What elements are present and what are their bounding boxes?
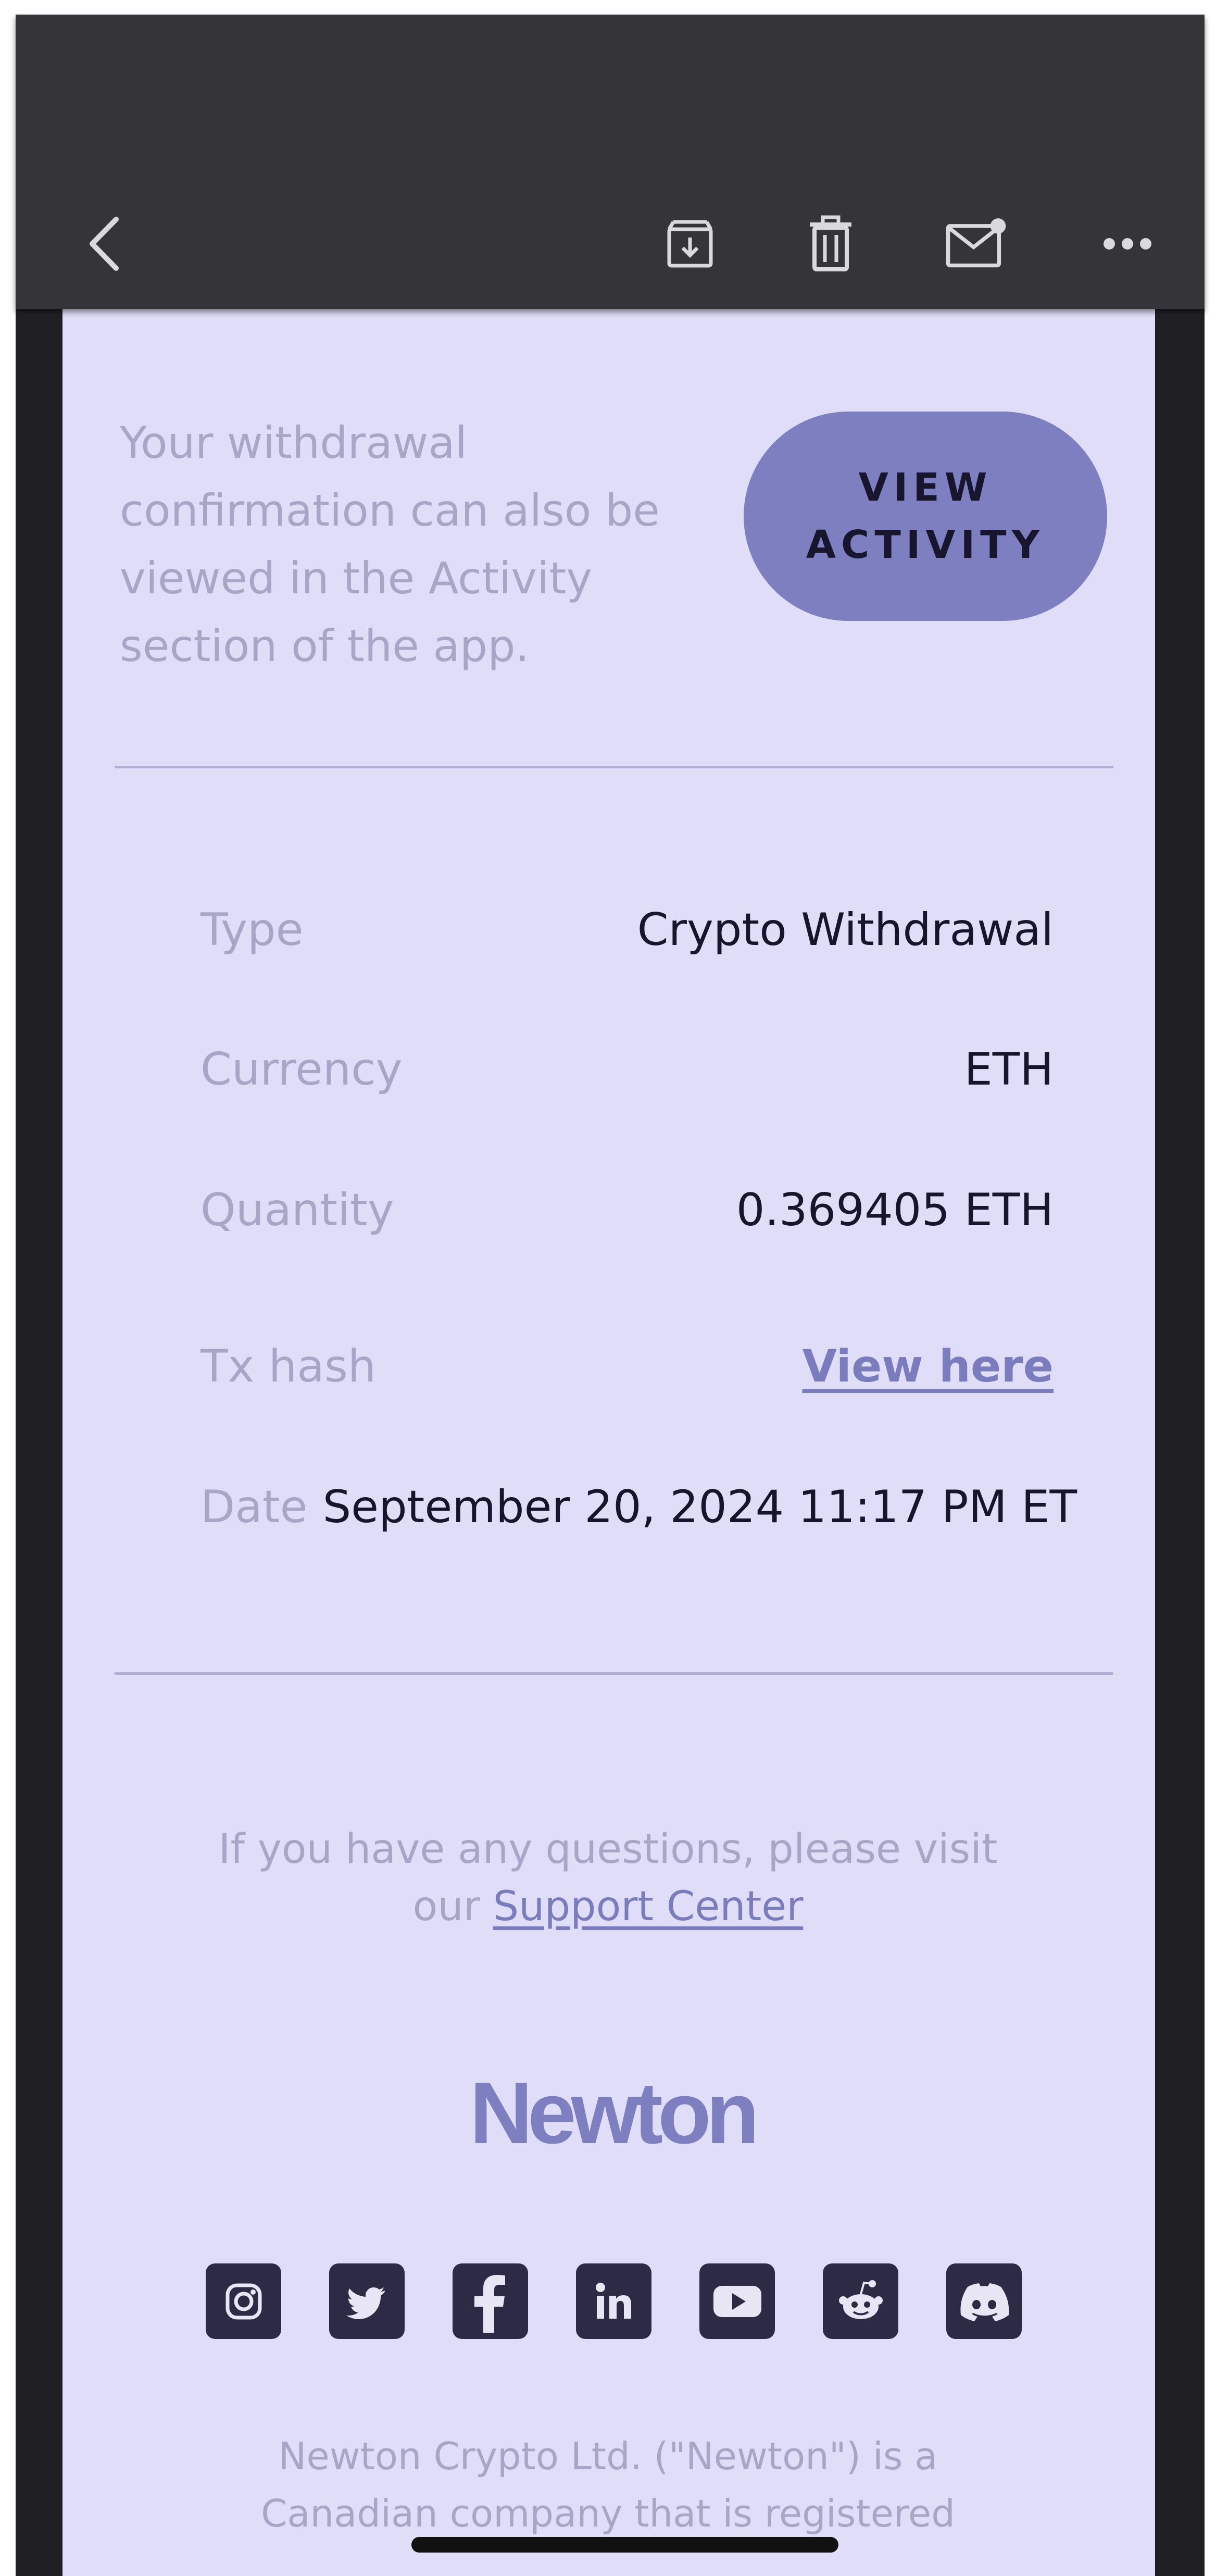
detail-value: September 20, 2024 11:17 PM ET <box>322 1481 1077 1533</box>
instagram-icon[interactable] <box>206 2263 281 2339</box>
archive-icon[interactable] <box>659 213 721 275</box>
detail-label: Type <box>200 904 304 956</box>
discord-icon[interactable] <box>946 2263 1022 2339</box>
intro-text: Your withdrawal confirmation can also be… <box>120 417 660 671</box>
detail-value: 0.369405 ETH <box>736 1184 1054 1236</box>
youtube-icon[interactable] <box>699 2263 775 2339</box>
mail-toolbar <box>16 15 1205 309</box>
detail-row-date: Date September 20, 2024 11:17 PM ET <box>200 1468 1077 1546</box>
detail-label: Currency <box>200 1043 403 1096</box>
mark-unread-icon[interactable] <box>945 213 1008 275</box>
view-activity-button[interactable]: VIEW ACTIVITY <box>744 412 1107 621</box>
more-icon[interactable] <box>1096 213 1159 275</box>
detail-label: Date <box>200 1481 308 1533</box>
back-icon[interactable] <box>73 213 135 275</box>
help-text: If you have any questions, please visit … <box>208 1821 1008 1935</box>
divider <box>115 766 1113 768</box>
home-indicator[interactable] <box>411 2537 838 2553</box>
detail-row-tx-hash: Tx hash View here <box>200 1327 1054 1405</box>
trash-icon[interactable] <box>799 213 862 275</box>
detail-label: Tx hash <box>200 1340 377 1392</box>
detail-row-type: Type Crypto Withdrawal <box>200 891 1054 969</box>
detail-value: Crypto Withdrawal <box>637 904 1054 956</box>
support-center-link[interactable]: Support Center <box>493 1883 804 1930</box>
newton-logo: Newton <box>469 2064 760 2162</box>
detail-row-currency: Currency ETH <box>200 1030 1054 1109</box>
facebook-icon[interactable] <box>453 2263 528 2339</box>
social-links <box>206 2263 1029 2339</box>
detail-row-quantity: Quantity 0.369405 ETH <box>200 1171 1054 1249</box>
reddit-icon[interactable] <box>823 2263 898 2339</box>
divider <box>115 1672 1113 1675</box>
detail-label: Quantity <box>200 1184 394 1236</box>
tx-hash-link[interactable]: View here <box>802 1340 1054 1392</box>
legal-text: Newton Crypto Ltd. ("Newton") is a Canad… <box>261 2434 955 2535</box>
twitter-icon[interactable] <box>329 2263 405 2339</box>
linkedin-icon[interactable] <box>576 2263 651 2339</box>
detail-value: ETH <box>964 1043 1054 1096</box>
